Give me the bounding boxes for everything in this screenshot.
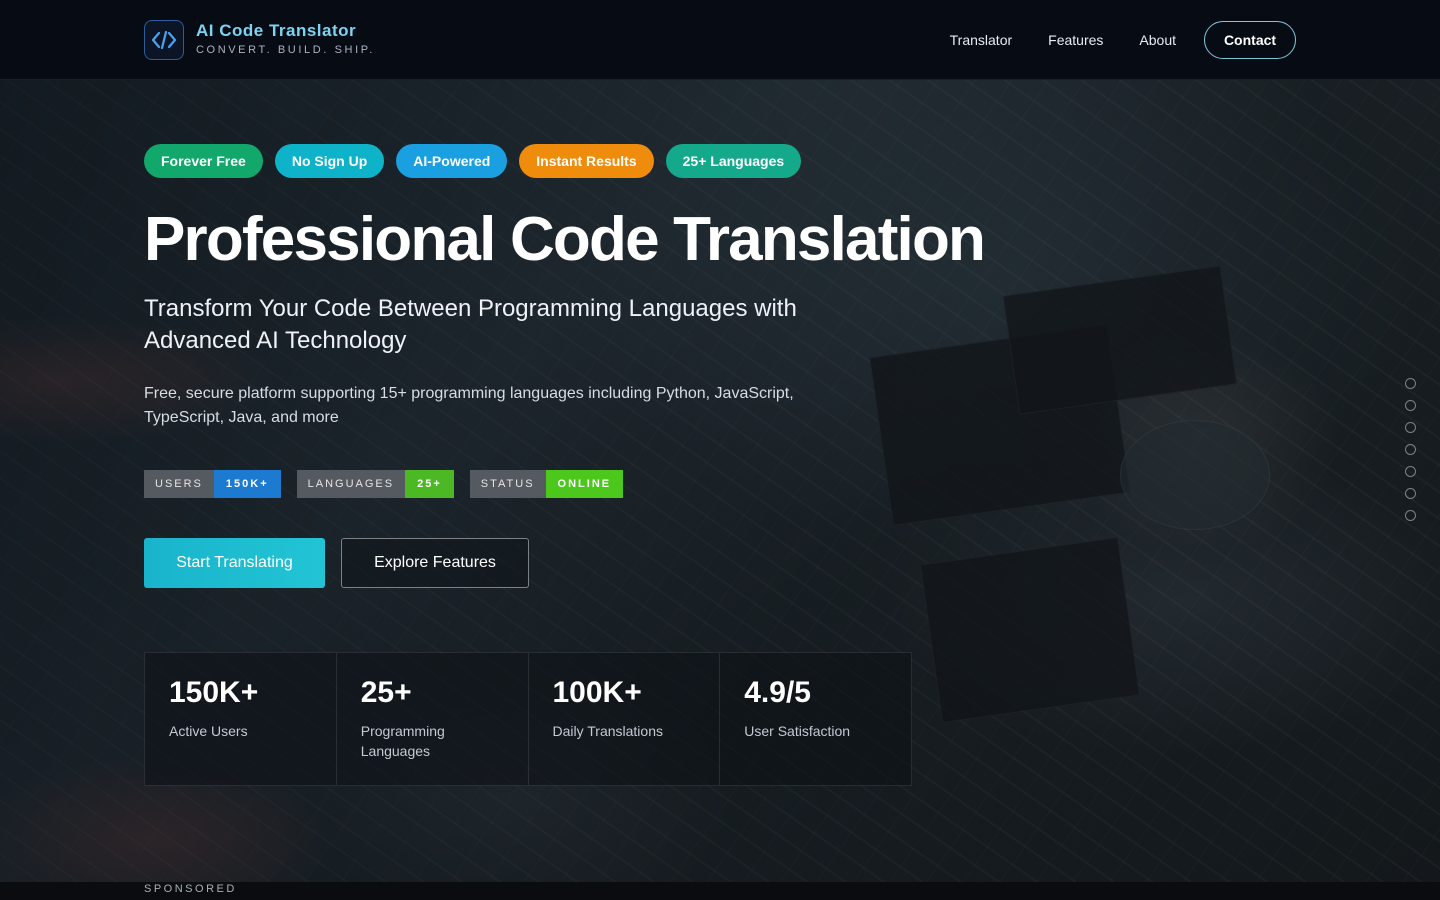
badge-users: USERS 150K+ <box>144 470 281 498</box>
nav-translator[interactable]: Translator <box>950 32 1013 48</box>
pill-no-sign-up: No Sign Up <box>274 144 385 178</box>
main-nav: Translator Features About Contact <box>914 21 1296 59</box>
badge-key: STATUS <box>469 470 546 498</box>
section-nav-dots <box>1405 378 1416 532</box>
stat-number: 25+ <box>360 676 412 709</box>
hero-title: Professional Code Translation <box>144 205 986 274</box>
brand-tagline: CONVERT. BUILD. SHIP. <box>196 44 375 56</box>
status-badges: USERS 150K+ LANGUAGES 25+ STATUS ONLINE <box>144 470 639 498</box>
badge-value: 150K+ <box>213 470 281 498</box>
stat-daily-translations: 100K+ Daily Translations <box>529 653 721 785</box>
nav-features[interactable]: Features <box>1048 32 1103 48</box>
section-dot[interactable] <box>1405 466 1416 477</box>
section-dot[interactable] <box>1405 378 1416 389</box>
explore-features-button[interactable]: Explore Features <box>341 538 529 588</box>
stat-number: 4.9/5 <box>744 676 811 709</box>
section-dot[interactable] <box>1405 510 1416 521</box>
stat-label: Daily Translations <box>552 723 664 739</box>
section-dot[interactable] <box>1405 488 1416 499</box>
badge-status: STATUS ONLINE <box>469 470 624 498</box>
pill-instant-results: Instant Results <box>519 144 654 178</box>
stat-label: User Satisfaction <box>744 723 851 739</box>
hero-subtitle: Transform Your Code Between Programming … <box>144 295 797 354</box>
site-header: AI Code Translator CONVERT. BUILD. SHIP.… <box>0 0 1440 80</box>
logo[interactable] <box>144 20 184 60</box>
circuit-chip-decoration <box>1002 265 1238 415</box>
badge-value: 25+ <box>405 470 454 498</box>
circuit-component-decoration <box>1120 420 1270 530</box>
code-brackets-icon <box>151 30 177 50</box>
sponsored-label: SPONSORED <box>144 883 237 895</box>
pill-ai-powered: AI-Powered <box>396 144 508 178</box>
badge-value: ONLINE <box>545 470 624 498</box>
stat-active-users: 150K+ Active Users <box>145 653 337 785</box>
circuit-chip-decoration <box>869 324 1131 526</box>
stat-satisfaction: 4.9/5 User Satisfaction <box>720 653 911 785</box>
start-translating-button[interactable]: Start Translating <box>144 538 325 588</box>
stat-number: 100K+ <box>552 676 642 709</box>
badge-key: USERS <box>144 470 214 498</box>
hero-description: Free, secure platform supporting 15+ pro… <box>144 385 794 426</box>
section-dot[interactable] <box>1405 422 1416 433</box>
contact-button[interactable]: Contact <box>1204 21 1296 59</box>
badge-key: LANGUAGES <box>296 470 406 498</box>
brand-title[interactable]: AI Code Translator <box>196 21 356 41</box>
pill-languages: 25+ Languages <box>665 144 802 178</box>
section-dot[interactable] <box>1405 444 1416 455</box>
feature-pills: Forever Free No Sign Up AI-Powered Insta… <box>144 144 813 178</box>
circuit-chip-decoration <box>919 536 1141 724</box>
stat-number: 150K+ <box>169 676 259 709</box>
stat-languages: 25+ Programming Languages <box>337 653 529 785</box>
pill-forever-free: Forever Free <box>144 144 263 178</box>
badge-languages: LANGUAGES 25+ <box>296 470 454 498</box>
stats-panel: 150K+ Active Users 25+ Programming Langu… <box>144 652 912 786</box>
section-dot[interactable] <box>1405 400 1416 411</box>
stat-label: Active Users <box>169 723 248 739</box>
nav-about[interactable]: About <box>1139 32 1176 48</box>
stat-label: Programming Languages <box>360 723 445 759</box>
